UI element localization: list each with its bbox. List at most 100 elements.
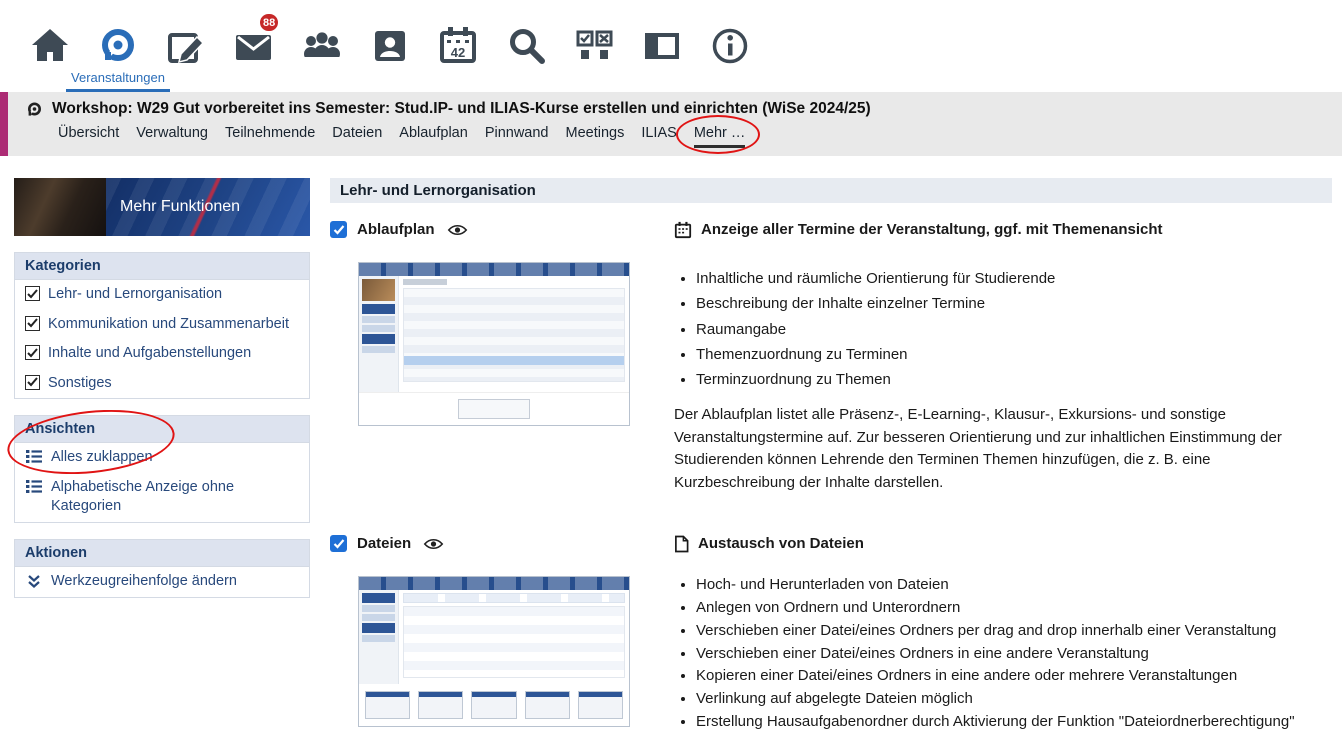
mini-header [359, 577, 629, 590]
board-icon [640, 24, 684, 68]
nav-info-button[interactable] [696, 0, 764, 92]
tab-meetings[interactable]: Meetings [566, 125, 625, 148]
nav-community-button[interactable] [288, 0, 356, 92]
sidebar-banner: Mehr Funktionen [14, 178, 310, 236]
tab-mehr-label: Mehr … [694, 125, 746, 141]
nav-mail-button[interactable]: 88 [220, 0, 288, 92]
nav-schedule-button[interactable]: 42 [424, 0, 492, 92]
edit-icon [164, 24, 208, 68]
section-title: Lehr- und Lernorganisation [330, 178, 1332, 203]
bullet-item: Verschieben einer Datei/eines Ordners in… [696, 644, 1332, 664]
category-checkbox[interactable] [25, 345, 40, 360]
bullet-item: Hoch- und Herunterladen von Dateien [696, 575, 1332, 595]
tool-description: Der Ablaufplan listet alle Präsenz-, E-L… [674, 404, 1332, 494]
view-label: Alphabetische Anzeige ohne Kategorien [51, 478, 299, 517]
sidebar-section-title: Ansichten [15, 416, 309, 443]
bullet-item: Erstellung Hausaufgabenordner durch Akti… [696, 712, 1332, 732]
sidebar-section-kategorien: Kategorien Lehr- und Lernorganisation Ko… [14, 252, 310, 399]
tool-bullet-list: Inhaltliche und räumliche Orientierung f… [674, 269, 1332, 390]
check-icon [27, 318, 38, 328]
course-tab-bar: Übersicht Verwaltung Teilnehmende Dateie… [0, 125, 1342, 148]
check-icon [333, 225, 345, 235]
sidebar-section-ansichten: Ansichten Alles zuklappen Alpha [14, 415, 310, 523]
check-icon [27, 377, 38, 387]
tab-ilias[interactable]: ILIAS [641, 125, 676, 148]
sidebar: Mehr Funktionen Kategorien Lehr- und Ler… [14, 178, 310, 737]
tool-name: Dateien [357, 535, 411, 552]
bullet-item: Beschreibung der Inhalte einzelner Termi… [696, 294, 1332, 314]
course-title: Workshop: W29 Gut vorbereitet ins Semest… [52, 100, 871, 118]
bullet-item: Verlinkung auf abgelegte Dateien möglich [696, 689, 1332, 709]
tab-pinnwand[interactable]: Pinnwand [485, 125, 549, 148]
tab-mehr[interactable]: Mehr … [694, 125, 746, 148]
tool-checkbox-ablaufplan[interactable] [330, 221, 347, 238]
category-checkbox[interactable] [25, 375, 40, 390]
tab-uebersicht[interactable]: Übersicht [58, 125, 119, 148]
action-item-werkzeugreihenfolge[interactable]: Werkzeugreihenfolge ändern [15, 567, 309, 597]
tab-ablaufplan[interactable]: Ablaufplan [399, 125, 468, 148]
visibility-eye-icon[interactable] [423, 537, 444, 551]
view-item-alphabetische-anzeige[interactable]: Alphabetische Anzeige ohne Kategorien [15, 473, 309, 522]
category-label: Lehr- und Lernorganisation [48, 285, 222, 305]
view-item-alles-zuklappen[interactable]: Alles zuklappen [15, 443, 309, 473]
category-label: Kommunikation und Zusammenarbeit [48, 315, 289, 335]
schedule-icon [674, 221, 692, 239]
check-icon [27, 289, 38, 299]
top-navigation-bar: Veranstaltungen 88 [0, 0, 1342, 92]
nav-profile-button[interactable] [356, 0, 424, 92]
tool-row-dateien: Dateien [330, 533, 1332, 735]
bullet-item: Kopieren einer Datei/eines Ordners in ei… [696, 666, 1332, 686]
bullet-item: Inhaltliche und räumliche Orientierung f… [696, 269, 1332, 289]
category-item-inhalte[interactable]: Inhalte und Aufgabenstellungen [15, 339, 309, 369]
mini-header [359, 263, 629, 276]
evaluation-icon [572, 24, 616, 68]
action-label: Werkzeugreihenfolge ändern [51, 572, 237, 592]
bullet-item: Themenzuordnung zu Terminen [696, 345, 1332, 365]
check-icon [27, 348, 38, 358]
tab-verwaltung[interactable]: Verwaltung [136, 125, 208, 148]
sidebar-section-title: Kategorien [15, 253, 309, 280]
tool-checkbox-dateien[interactable] [330, 535, 347, 552]
bullet-item: Terminzuordnung zu Themen [696, 370, 1332, 390]
schedule-icon: 42 [436, 24, 480, 68]
sidebar-banner-title: Mehr Funktionen [120, 198, 240, 216]
main-content: Lehr- und Lernorganisation Ablaufplan [330, 178, 1332, 737]
visibility-eye-icon[interactable] [447, 223, 468, 237]
check-icon [333, 539, 345, 549]
nav-board-button[interactable] [628, 0, 696, 92]
nav-evaluation-button[interactable] [560, 0, 628, 92]
svg-text:42: 42 [451, 45, 465, 60]
search-icon [504, 24, 548, 68]
list-icon [25, 480, 43, 493]
category-label: Sonstiges [48, 374, 112, 394]
bullet-item: Anlegen von Ordnern und Unterordnern [696, 598, 1332, 618]
tab-teilnehmende[interactable]: Teilnehmende [225, 125, 315, 148]
category-item-sonstiges[interactable]: Sonstiges [15, 369, 309, 399]
file-icon [674, 535, 689, 553]
nav-edit-button[interactable] [152, 0, 220, 92]
category-item-lehr-lernorganisation[interactable]: Lehr- und Lernorganisation [15, 280, 309, 310]
nav-active-label: Veranstaltungen [71, 70, 165, 85]
tool-name: Ablaufplan [357, 221, 435, 238]
list-icon [25, 450, 43, 463]
sidebar-banner-image [14, 178, 106, 236]
page: Veranstaltungen 88 [0, 0, 1342, 737]
bullet-item: Verschieben einer Datei/eines Ordners pe… [696, 621, 1332, 641]
nav-search-button[interactable] [492, 0, 560, 92]
category-checkbox[interactable] [25, 286, 40, 301]
mail-unread-badge: 88 [258, 12, 280, 33]
course-header: Workshop: W29 Gut vorbereitet ins Semest… [0, 92, 1342, 156]
category-checkbox[interactable] [25, 316, 40, 331]
tool-heading: Austausch von Dateien [698, 535, 864, 552]
profile-icon [368, 24, 412, 68]
tab-dateien[interactable]: Dateien [332, 125, 382, 148]
category-item-kommunikation[interactable]: Kommunikation und Zusammenarbeit [15, 310, 309, 340]
tool-bullet-list: Hoch- und Herunterladen von Dateien Anle… [674, 575, 1332, 732]
tool-row-ablaufplan: Ablaufplan [330, 219, 1332, 509]
nav-veranstaltungen-button[interactable]: Veranstaltungen [84, 0, 152, 92]
tool-heading: Anzeige aller Termine der Veranstaltung,… [701, 221, 1163, 238]
home-icon [28, 24, 72, 68]
tool-screenshot-dateien [358, 576, 630, 727]
info-icon [708, 24, 752, 68]
course-type-stripe [0, 92, 8, 156]
